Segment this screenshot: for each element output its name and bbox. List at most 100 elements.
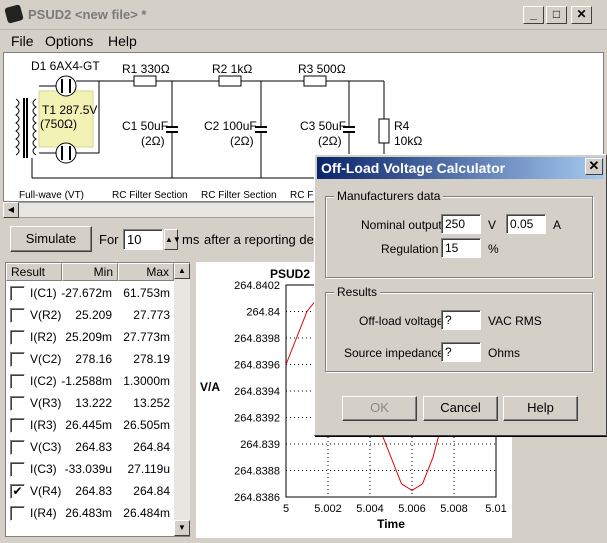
result-checkbox[interactable]: [10, 330, 25, 345]
menu-file[interactable]: File: [11, 33, 34, 49]
result-name: I(R2): [30, 330, 57, 344]
result-max: 264.84: [133, 440, 170, 454]
result-row[interactable]: I(R4) 26.483m 26.484m: [6, 503, 174, 524]
app-icon: [4, 4, 24, 24]
result-min: 278.16: [75, 352, 112, 366]
result-min: 25.209m: [65, 330, 112, 344]
y-tick-label: 264.8392: [234, 413, 280, 425]
diode-lower-symbol: [55, 142, 77, 164]
result-checkbox[interactable]: [10, 506, 25, 521]
help-button[interactable]: Help: [503, 396, 578, 421]
result-row[interactable]: ✔ V(R4) 264.83 264.84: [6, 481, 174, 502]
result-row[interactable]: V(C2) 278.16 278.19: [6, 349, 174, 370]
result-row[interactable]: V(R3) 13.222 13.252: [6, 393, 174, 414]
result-checkbox[interactable]: [10, 308, 25, 323]
scroll-up-button[interactable]: ▲: [174, 263, 190, 279]
diode-upper-symbol: [55, 75, 77, 97]
source-impedance-output[interactable]: [441, 342, 481, 362]
results-header: Result Min Max: [6, 263, 174, 281]
result-checkbox[interactable]: [10, 440, 25, 455]
result-checkbox[interactable]: [10, 286, 25, 301]
header-max[interactable]: Max: [118, 263, 174, 281]
for-label: For: [99, 232, 119, 247]
header-min[interactable]: Min: [62, 263, 118, 281]
result-checkbox[interactable]: ✔: [10, 484, 25, 499]
c2-label: C2 100uF: [204, 119, 257, 133]
scroll-down-button[interactable]: ▼: [174, 520, 190, 536]
scroll-left-button[interactable]: ◀: [3, 202, 19, 218]
result-max: 13.252: [133, 396, 170, 410]
current-input[interactable]: [506, 214, 546, 234]
x-tick-label: 5.008: [440, 503, 468, 515]
y-tick-label: 264.8386: [234, 492, 280, 504]
menu-help[interactable]: Help: [108, 33, 137, 49]
offload-calculator-dialog: Off-Load Voltage Calculator ✕ Manufactur…: [314, 154, 607, 436]
result-name: I(C3): [30, 462, 57, 476]
result-checkbox[interactable]: [10, 396, 25, 411]
result-name: V(C2): [30, 352, 62, 366]
offload-voltage-output[interactable]: [441, 310, 481, 330]
result-max: 26.484m: [123, 506, 170, 520]
result-name: V(R2): [30, 308, 62, 322]
dialog-title: Off-Load Voltage Calculator: [317, 157, 604, 179]
result-row[interactable]: V(C3) 264.83 264.84: [6, 437, 174, 458]
dialog-close-button[interactable]: ✕: [585, 158, 603, 175]
nominal-output-input[interactable]: [441, 214, 481, 234]
duration-spinner[interactable]: ▲▼: [164, 229, 181, 250]
menu-options[interactable]: Options: [45, 33, 93, 49]
source-impedance-label: Source impedance: [344, 346, 445, 360]
result-checkbox[interactable]: [10, 352, 25, 367]
y-tick-label: 264.8388: [234, 466, 280, 478]
r1-symbol: [133, 75, 157, 87]
simulate-button[interactable]: Simulate: [10, 226, 92, 252]
unit-label: ms: [182, 232, 200, 247]
results-vertical-scrollbar[interactable]: ▲ ▼: [174, 263, 190, 536]
section-fullwave-label: Full-wave (VT): [19, 190, 85, 201]
duration-input[interactable]: [123, 229, 163, 250]
result-row[interactable]: I(R3) 26.445m 26.505m: [6, 415, 174, 436]
t1-resistance-label: (750Ω): [40, 117, 77, 131]
results-list[interactable]: Result Min Max I(C1) -27.672m 61.753m V(R2)…: [5, 262, 190, 537]
nominal-output-label: Nominal output: [361, 218, 442, 232]
r3-symbol: [303, 75, 327, 87]
r4-label: R4: [394, 119, 410, 133]
result-checkbox[interactable]: [10, 418, 25, 433]
result-name: I(C2): [30, 374, 57, 388]
y-tick-label: 264.8398: [234, 333, 280, 345]
close-button[interactable]: ✕: [571, 6, 592, 24]
r4-value-label: 10kΩ: [394, 134, 423, 148]
x-tick-label: 5.002: [314, 503, 342, 515]
result-row[interactable]: I(C1) -27.672m 61.753m: [6, 283, 174, 304]
y-axis-label: V/A: [200, 380, 220, 394]
offload-voltage-label: Off-load voltage: [359, 314, 444, 328]
maximize-button[interactable]: □: [546, 6, 567, 24]
x-tick-label: 5: [283, 503, 289, 515]
minimize-button[interactable]: _: [523, 6, 544, 24]
result-max: 278.19: [133, 352, 170, 366]
c3-label: C3 50uF: [300, 119, 347, 133]
result-min: 26.445m: [65, 418, 112, 432]
section-rc1-label: RC Filter Section: [112, 190, 188, 201]
ok-button[interactable]: OK: [342, 396, 417, 421]
c1-esr-label: (2Ω): [141, 134, 165, 148]
vac-rms-unit-label: VAC RMS: [488, 314, 542, 328]
result-row[interactable]: I(R2) 25.209m 27.773m: [6, 327, 174, 348]
result-checkbox[interactable]: [10, 462, 25, 477]
regulation-input[interactable]: [441, 238, 481, 258]
t1-label: T1 287.5V: [42, 103, 98, 117]
manufacturers-data-label: Manufacturers data: [334, 189, 444, 203]
result-row[interactable]: I(C2) -1.2588m 1.3000m: [6, 371, 174, 392]
percent-unit-label: %: [488, 242, 499, 256]
result-min: 26.483m: [65, 506, 112, 520]
result-checkbox[interactable]: [10, 374, 25, 389]
result-max: 1.3000m: [123, 374, 170, 388]
cancel-button[interactable]: Cancel: [423, 396, 498, 421]
menu-bar: File Options Help: [0, 30, 607, 52]
section-rc2-label: RC Filter Section: [201, 190, 277, 201]
results-group-label: Results: [334, 285, 381, 299]
result-row[interactable]: I(C3) -33.039u 27.119u: [6, 459, 174, 480]
result-row[interactable]: V(R2) 25.209 27.773: [6, 305, 174, 326]
c3-esr-label: (2Ω): [318, 134, 342, 148]
title-bar: PSUD2 <new file> * _ □ ✕: [0, 0, 607, 30]
header-result[interactable]: Result: [6, 263, 62, 281]
